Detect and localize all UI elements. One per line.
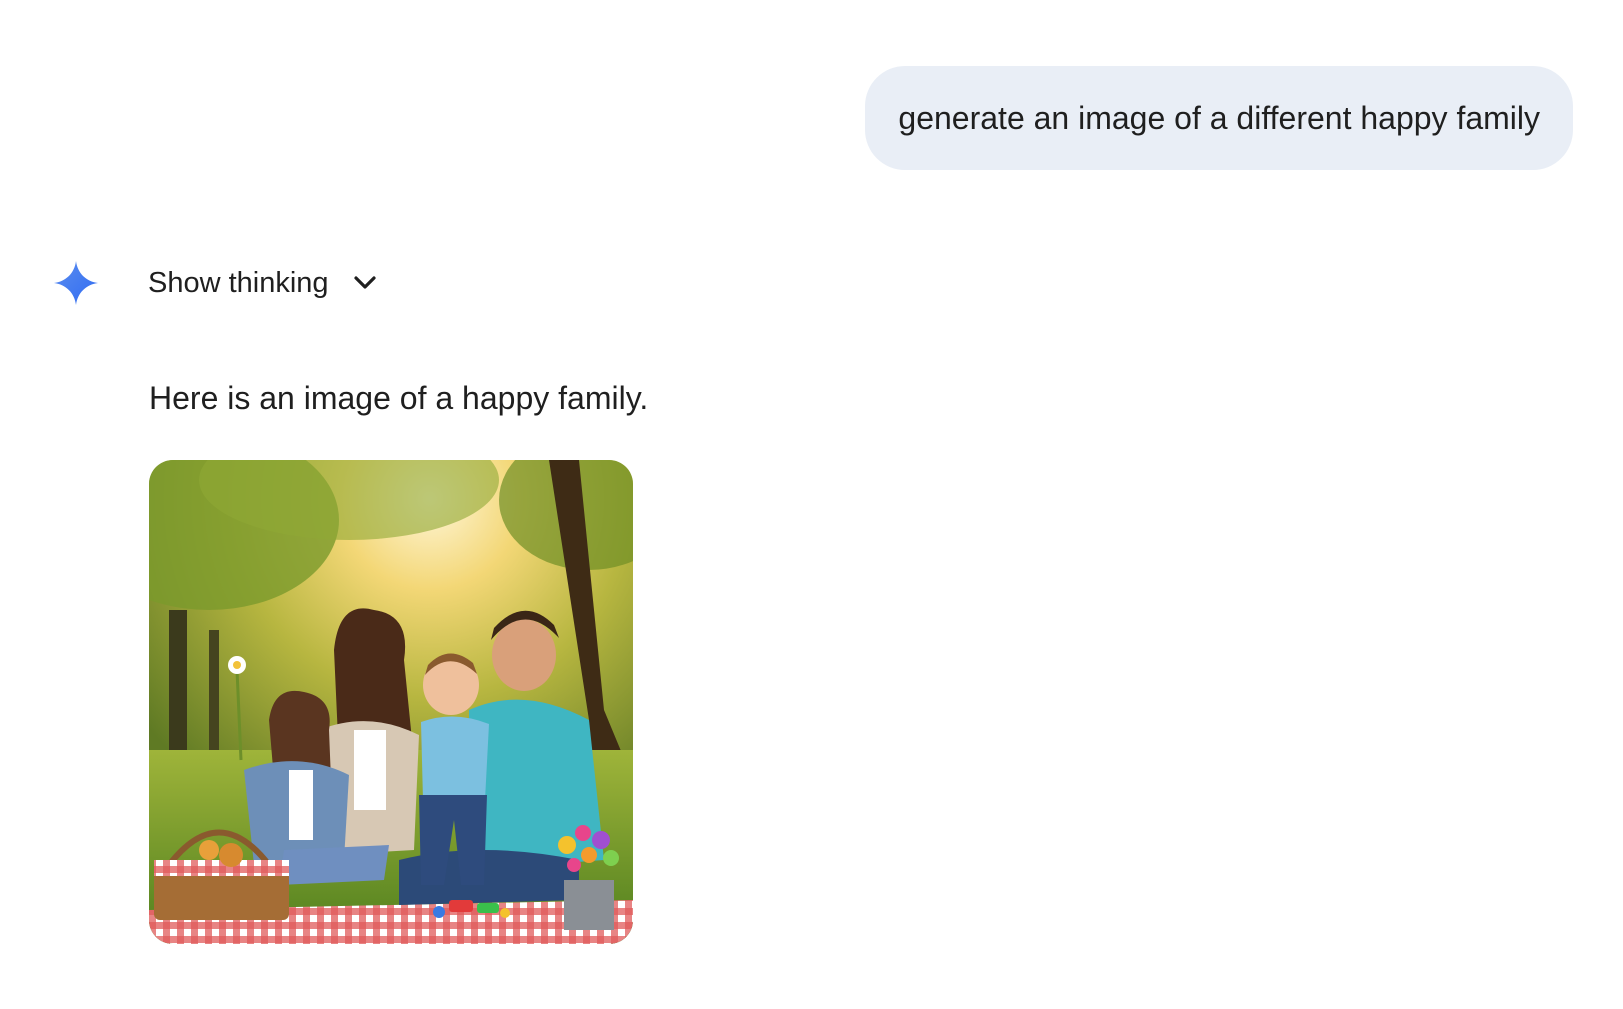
user-message-bubble: generate an image of a different happy f… xyxy=(865,66,1573,170)
chevron-down-icon xyxy=(351,269,379,297)
show-thinking-label: Show thinking xyxy=(148,266,329,299)
show-thinking-toggle[interactable]: Show thinking xyxy=(148,267,379,300)
user-message-text: generate an image of a different happy f… xyxy=(898,99,1540,136)
generated-family-image[interactable] xyxy=(149,460,633,944)
gemini-spark-icon xyxy=(52,259,100,307)
assistant-header: Show thinking xyxy=(52,258,379,308)
chat-page: generate an image of a different happy f… xyxy=(0,0,1623,1009)
assistant-response-text: Here is an image of a happy family. xyxy=(149,380,649,416)
